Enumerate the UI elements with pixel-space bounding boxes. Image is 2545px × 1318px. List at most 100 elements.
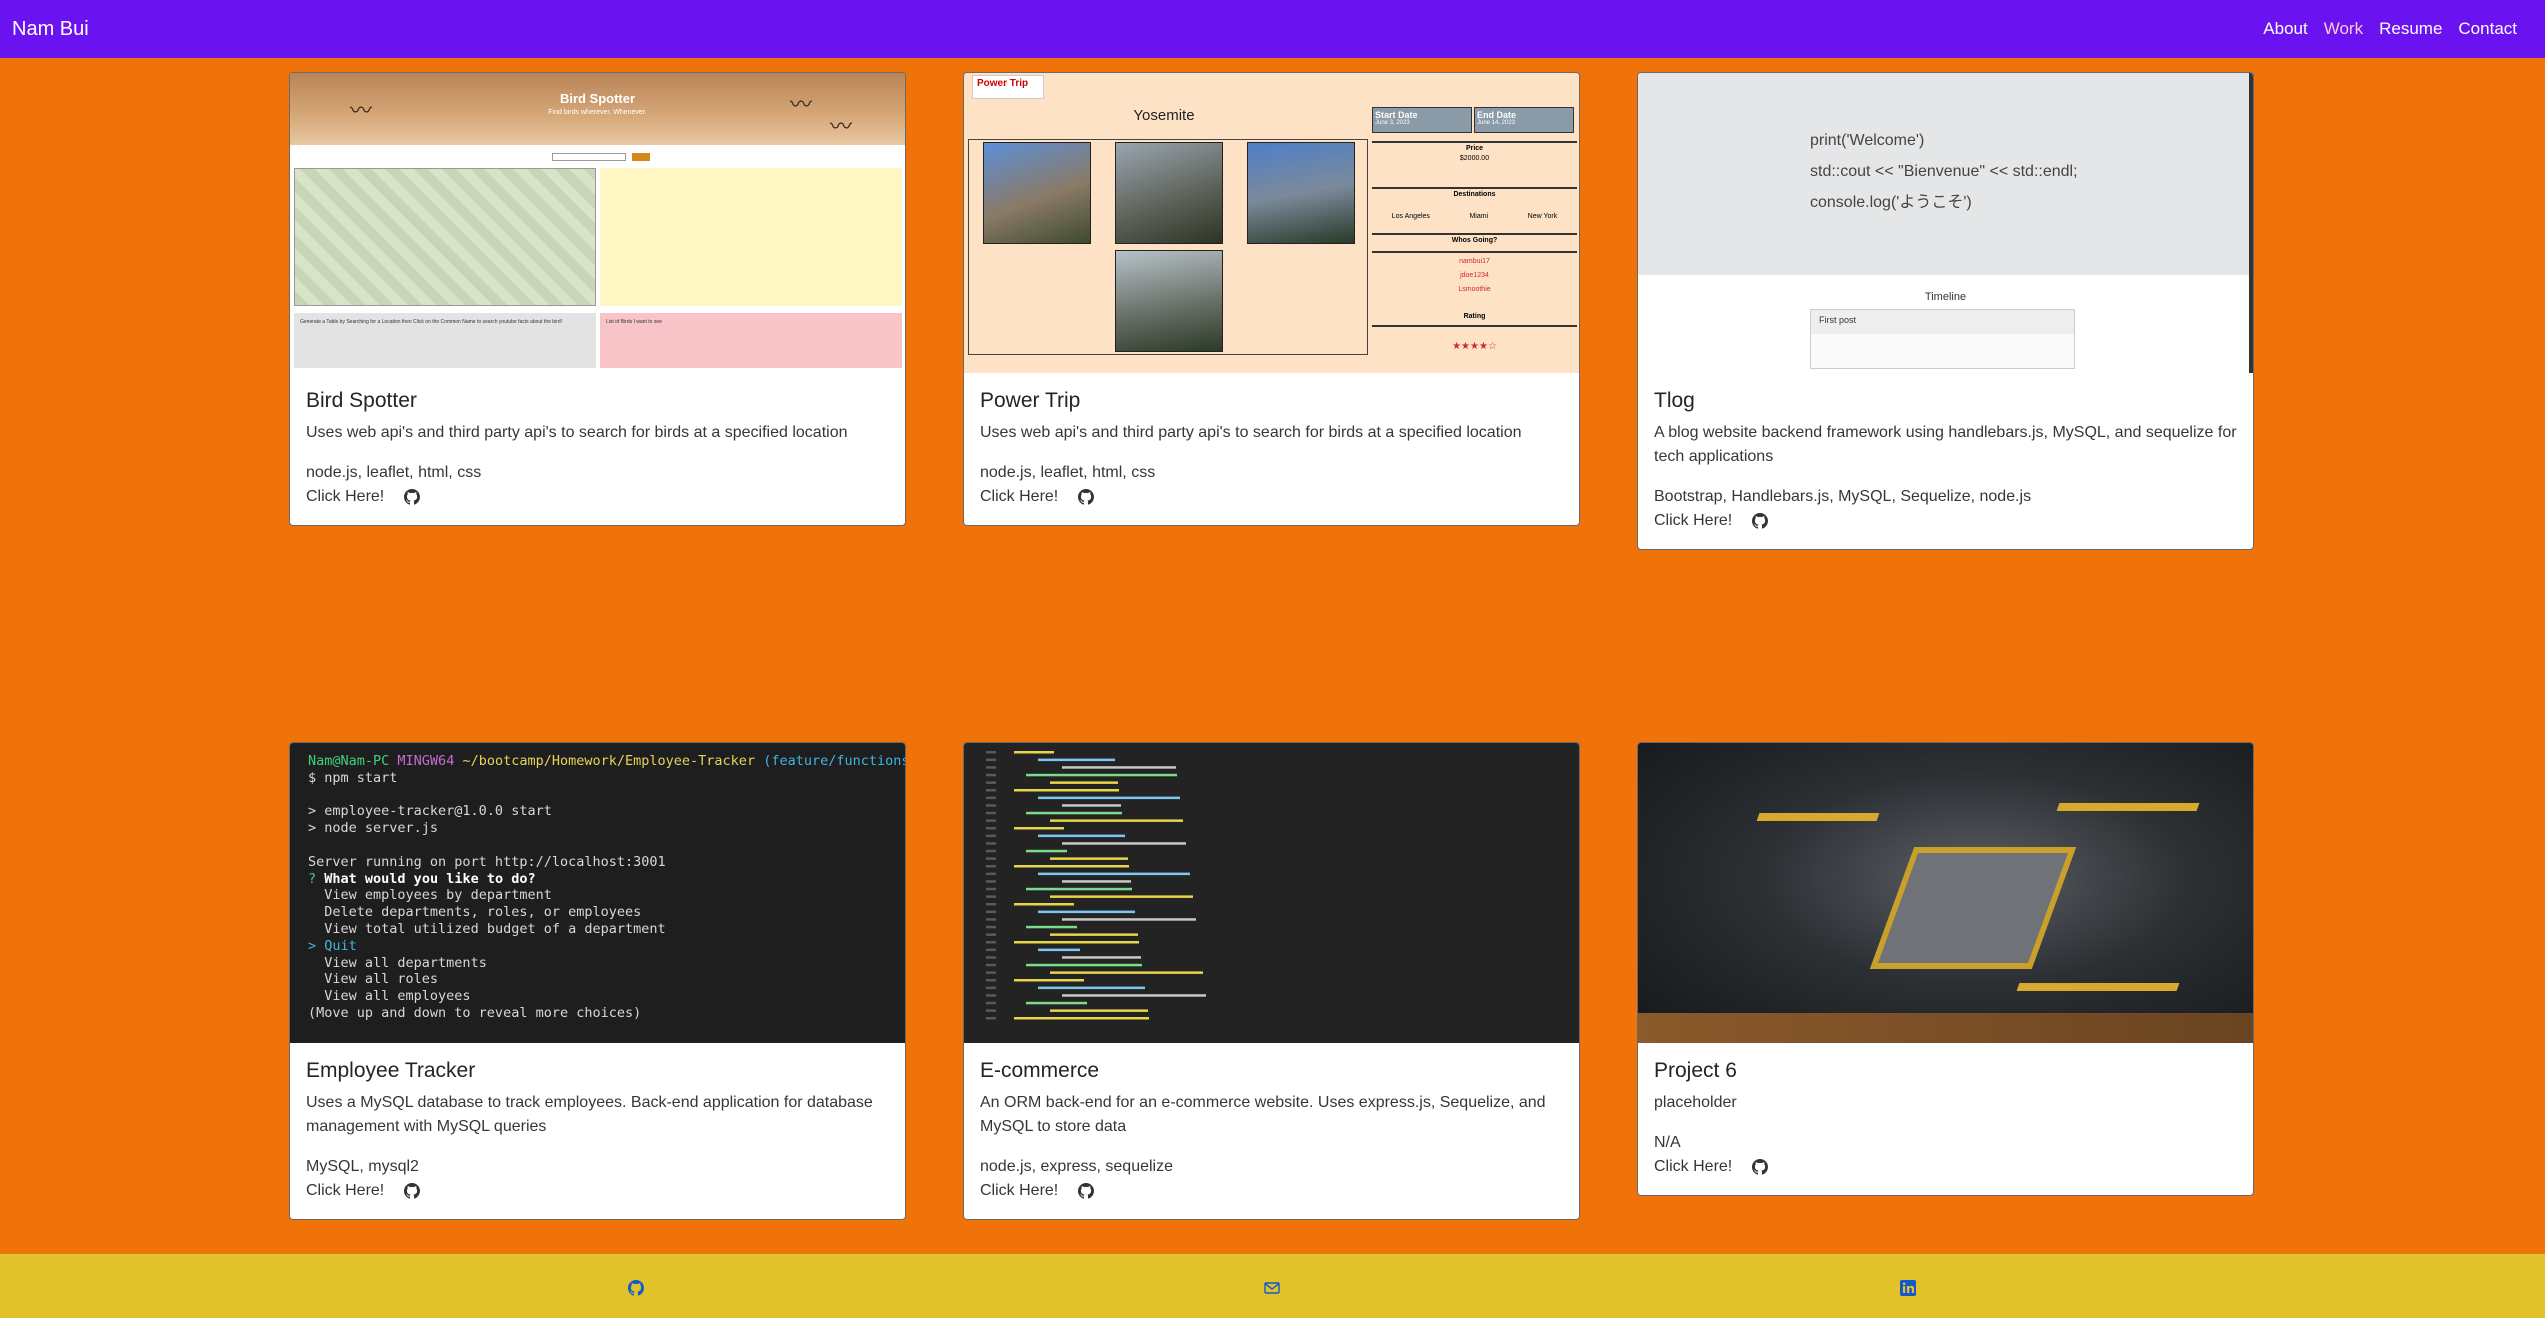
card-link-row: Click Here!: [980, 485, 1563, 509]
card-description: Uses web api's and third party api's to …: [306, 424, 848, 441]
card-title: Tlog: [1654, 389, 1695, 412]
click-here-link[interactable]: Click Here!: [306, 485, 384, 509]
preview-search-button: [632, 153, 650, 161]
code-line: [1050, 971, 1203, 974]
preview-start-date: Start Date June 3, 2023: [1372, 107, 1472, 133]
gallery-photo: [1115, 142, 1223, 244]
card-title: Employee Tracker: [306, 1059, 476, 1082]
preview-map: [294, 168, 596, 306]
code-line: [1014, 979, 1084, 982]
code-line: [1014, 865, 1129, 868]
line-number: [986, 963, 996, 967]
line-number: [986, 773, 996, 777]
preview-timeline-label: Timeline: [1924, 291, 1967, 303]
line-number: [986, 796, 996, 800]
line-number: [986, 1009, 996, 1012]
code-line: [1050, 895, 1193, 898]
code-line: [1026, 1001, 1087, 1005]
preview-wishlist: List of Birds I want to see: [600, 313, 902, 368]
code-line: [1014, 789, 1119, 792]
code-line: [1038, 796, 1180, 800]
preview-people: nambui17 jdoe1234 Lsmoothie: [1372, 251, 1577, 297]
card-tech: node.js, express, sequelize: [980, 1158, 1173, 1175]
code-line: [1026, 963, 1142, 967]
card-title: Bird Spotter: [306, 389, 417, 412]
preview-hero: print('Welcome') std::cout << "Bienvenue…: [1638, 73, 2253, 275]
github-icon[interactable]: [404, 489, 421, 505]
card-body: Employee Tracker Uses a MySQL database t…: [290, 1043, 905, 1219]
line-number: [986, 979, 996, 982]
line-number: [986, 819, 996, 822]
code-line: [1026, 887, 1132, 891]
preview-instructions-text: Generate a Table by Searching for a Loca…: [300, 319, 563, 325]
line-number: [986, 789, 996, 792]
preview-price: $2000.00: [1459, 155, 1490, 162]
preview-trip-details: Start Date June 3, 2023 End Date June 14…: [1372, 107, 1577, 373]
line-number: [986, 971, 996, 974]
github-icon[interactable]: [1752, 1159, 1769, 1175]
preview-gallery: [968, 139, 1368, 355]
line-number: [986, 811, 996, 815]
click-here-link[interactable]: Click Here!: [1654, 1155, 1732, 1179]
card-body: Project 6 placeholder N/A Click Here!: [1638, 1043, 2253, 1195]
mail-icon[interactable]: [1264, 1280, 1280, 1296]
nav-link-contact[interactable]: Contact: [2450, 19, 2525, 39]
project-screenshot-e-commerce: [964, 743, 1579, 1043]
code-line: [1050, 781, 1118, 784]
line-number: [986, 986, 996, 990]
gallery-photo: [983, 142, 1091, 244]
code-line: [1050, 819, 1183, 822]
card-title: E-commerce: [980, 1059, 1100, 1082]
preview-terminal: Nam@Nam-PC MINGW64 ~/bootcamp/Homework/E…: [290, 743, 905, 1043]
card-title: Project 6: [1654, 1059, 1737, 1082]
line-number: [986, 804, 996, 807]
linkedin-icon[interactable]: [1900, 1280, 1916, 1296]
project-card-e-commerce: E-commerce An ORM back-end for an e-comm…: [963, 742, 1580, 1220]
github-icon[interactable]: [1078, 489, 1095, 505]
code-line: [1062, 880, 1131, 883]
nav-link-work[interactable]: Work: [2316, 19, 2371, 39]
click-here-link[interactable]: Click Here!: [1654, 509, 1732, 533]
card-title: Power Trip: [980, 389, 1081, 412]
code-line: [1026, 849, 1067, 853]
preview-wishlist-text: List of Birds I want to see: [606, 319, 662, 325]
github-icon[interactable]: [628, 1280, 644, 1296]
line-number: [986, 758, 996, 762]
nav-link-about[interactable]: About: [2255, 19, 2315, 39]
project-card-employee-tracker: Nam@Nam-PC MINGW64 ~/bootcamp/Homework/E…: [289, 742, 906, 1220]
line-number: [986, 956, 996, 959]
click-here-link[interactable]: Click Here!: [306, 1179, 384, 1203]
nav-link-resume[interactable]: Resume: [2371, 19, 2450, 39]
brand-link[interactable]: Nam Bui: [12, 18, 89, 41]
click-here-link[interactable]: Click Here!: [980, 485, 1058, 509]
github-icon[interactable]: [1752, 513, 1769, 529]
github-icon[interactable]: [404, 1183, 421, 1199]
card-tech: MySQL, mysql2: [306, 1158, 419, 1175]
nav-links: About Work Resume Contact: [2255, 19, 2525, 39]
code-line: [1062, 956, 1141, 959]
line-number: [986, 1001, 996, 1005]
project-card-power-trip: Power Trip Yosemite Start Date June 3, 2…: [963, 72, 1580, 526]
line-number: [986, 766, 996, 769]
line-number: [986, 865, 996, 868]
card-description: Uses web api's and third party api's to …: [980, 424, 1522, 441]
preview-header: 〰 〰 〰 Bird Spotter Find birds wherever. …: [290, 73, 905, 145]
project-card-project-6: Project 6 placeholder N/A Click Here!: [1637, 742, 2254, 1196]
code-line: [1038, 872, 1190, 876]
card-tech: node.js, leaflet, html, css: [980, 464, 1156, 481]
code-line: [1038, 948, 1080, 952]
gallery-photo: [1247, 142, 1355, 244]
preview-whos-going-label: Whos Going?: [1372, 233, 1577, 244]
code-line: [1062, 994, 1206, 997]
code-line: [1026, 925, 1077, 929]
preview-hardware-photo: [1638, 743, 2253, 1043]
line-number: [986, 887, 996, 891]
click-here-link[interactable]: Click Here!: [980, 1179, 1058, 1203]
github-icon[interactable]: [1078, 1183, 1095, 1199]
project-screenshot-employee-tracker: Nam@Nam-PC MINGW64 ~/bootcamp/Homework/E…: [290, 743, 905, 1043]
preview-search-input: [552, 153, 626, 161]
code-line: [1026, 773, 1177, 777]
code-line: [1038, 834, 1125, 838]
preview-subtitle: Find birds wherever. Whenever.: [548, 109, 647, 116]
code-line: [1062, 842, 1186, 845]
